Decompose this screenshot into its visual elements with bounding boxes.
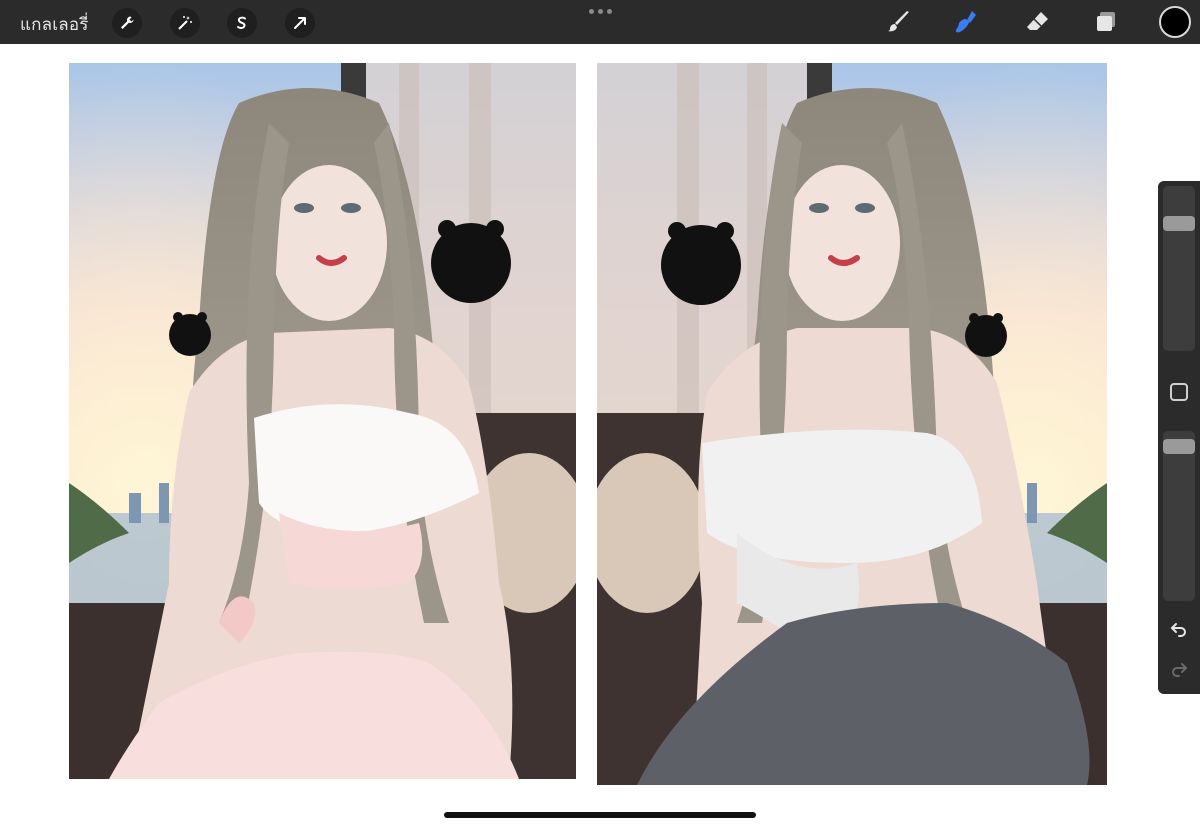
brush-icon (888, 11, 909, 32)
modify-square-icon[interactable] (1170, 383, 1188, 401)
adjustments-button[interactable] (170, 8, 200, 38)
transform-button[interactable] (285, 8, 315, 38)
redo-button[interactable] (1167, 657, 1191, 681)
gallery-button[interactable]: แกลเลอรี่ (20, 11, 89, 38)
sidebar (1158, 181, 1200, 694)
layers-icon (1097, 12, 1115, 31)
eraser-icon (1027, 12, 1048, 30)
selection-icon (237, 16, 246, 29)
eraser-button[interactable] (1023, 7, 1053, 37)
home-indicator[interactable] (444, 812, 756, 818)
actions-button[interactable] (112, 8, 142, 38)
redo-icon (1172, 663, 1188, 677)
wrench-icon (121, 16, 134, 29)
artwork-left-image (69, 63, 576, 779)
artwork-right[interactable] (597, 63, 1107, 785)
color-swatch[interactable] (1159, 6, 1191, 38)
brush-button[interactable] (884, 7, 914, 37)
layers-button[interactable] (1091, 7, 1121, 37)
brush-size-slider[interactable] (1163, 186, 1195, 351)
undo-button[interactable] (1167, 617, 1191, 641)
smudge-button[interactable] (951, 7, 981, 37)
opacity-slider[interactable] (1163, 431, 1195, 601)
magic-wand-icon (178, 16, 192, 30)
transform-arrow-icon (294, 17, 306, 29)
top-toolbar: แกลเลอรี่ (0, 0, 1200, 44)
undo-icon (1170, 623, 1186, 637)
artwork-right-image (597, 63, 1107, 785)
opacity-thumb[interactable] (1163, 438, 1195, 454)
artwork-left[interactable] (69, 63, 576, 779)
smudge-icon (955, 11, 976, 33)
brush-size-thumb[interactable] (1163, 216, 1195, 231)
selection-button[interactable] (227, 8, 257, 38)
canvas-menu-handle[interactable] (589, 9, 612, 14)
